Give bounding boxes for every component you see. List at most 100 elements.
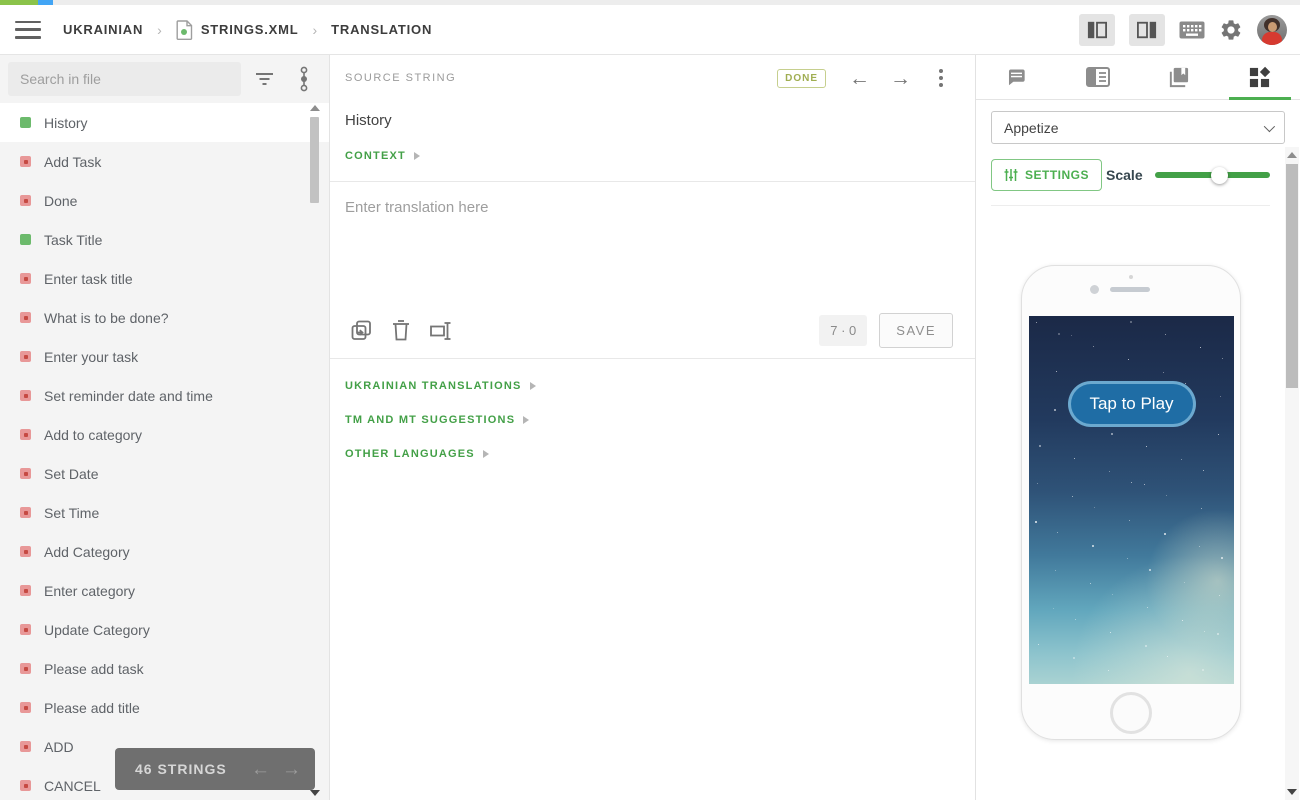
settings-button[interactable]: SETTINGS <box>991 159 1102 191</box>
breadcrumb-language[interactable]: UKRAINIAN <box>63 22 143 37</box>
string-status-icon <box>20 741 31 752</box>
device-preview-phone: Tap to Play <box>1021 265 1241 740</box>
tap-to-play-button[interactable]: Tap to Play <box>1068 381 1196 427</box>
string-list-item[interactable]: Set reminder date and time <box>0 376 329 415</box>
breadcrumb-mode[interactable]: TRANSLATION <box>331 22 432 37</box>
search-input[interactable] <box>8 62 241 96</box>
string-label: Update Category <box>44 622 150 638</box>
settings-gear-button[interactable] <box>1219 18 1243 42</box>
delete-translation-button[interactable] <box>391 319 411 342</box>
menu-icon[interactable] <box>15 20 41 40</box>
collapsible-section[interactable]: UKRAINIAN TRANSLATIONS <box>330 369 975 403</box>
gear-icon <box>1219 18 1243 42</box>
string-list-item[interactable]: Task Title <box>0 220 329 259</box>
scrollbar-thumb[interactable] <box>1286 164 1298 388</box>
star <box>1054 409 1056 411</box>
collapsible-section[interactable]: TM AND MT SUGGESTIONS <box>330 403 975 437</box>
pager-next-button[interactable]: → <box>282 760 301 779</box>
star <box>1131 482 1132 483</box>
star <box>1145 645 1147 647</box>
string-list-item[interactable]: Update Category <box>0 610 329 649</box>
collapsible-section[interactable]: OTHER LANGUAGES <box>330 437 975 471</box>
star <box>1057 532 1058 533</box>
strings-count: 46 STRINGS <box>135 761 227 777</box>
string-list-item[interactable]: Add Category <box>0 532 329 571</box>
device-select[interactable]: Appetize <box>991 111 1285 144</box>
star <box>1055 570 1056 571</box>
star <box>1181 459 1182 460</box>
star <box>1218 434 1219 435</box>
string-list-item[interactable]: Enter task title <box>0 259 329 298</box>
string-list-item[interactable]: Done <box>0 181 329 220</box>
sidebar-scrollbar[interactable] <box>309 105 320 796</box>
string-list-item[interactable]: Please add title <box>0 688 329 727</box>
terms-icon <box>1086 67 1110 87</box>
tab-comments[interactable] <box>976 55 1057 99</box>
scale-slider[interactable] <box>1155 167 1270 183</box>
header: UKRAINIAN › STRINGS.XML › TRANSLATION <box>0 5 1300 55</box>
string-list-item[interactable]: History <box>0 103 329 142</box>
star <box>1090 583 1091 584</box>
star <box>1038 644 1039 645</box>
scroll-up-icon[interactable] <box>310 105 320 111</box>
previous-string-button[interactable]: ← <box>849 68 870 89</box>
strings-sidebar: History Add Task Done Task Title Enter t… <box>0 55 330 800</box>
star <box>1036 322 1037 323</box>
star <box>1203 470 1204 471</box>
star <box>1075 619 1076 620</box>
phone-home-button[interactable] <box>1110 692 1152 734</box>
more-options-icon[interactable] <box>937 67 945 89</box>
panel-scrollbar[interactable] <box>1285 147 1299 800</box>
string-list: History Add Task Done Task Title Enter t… <box>0 103 329 800</box>
tab-apps[interactable] <box>1219 55 1300 99</box>
copy-source-button[interactable] <box>350 319 373 342</box>
context-toggle[interactable]: CONTEXT <box>330 129 975 162</box>
string-list-item[interactable]: Enter category <box>0 571 329 610</box>
star <box>1071 335 1072 336</box>
toggle-right-panel-button[interactable] <box>1129 14 1165 46</box>
pager-prev-button[interactable]: ← <box>251 760 270 779</box>
scrollbar-thumb[interactable] <box>310 117 319 203</box>
chevron-down-icon <box>1264 120 1275 131</box>
string-label: ADD <box>44 739 74 755</box>
expand-triangle-icon <box>483 450 489 458</box>
star <box>1144 484 1145 485</box>
tab-terms[interactable] <box>1057 55 1138 99</box>
tab-glossary[interactable] <box>1138 55 1219 99</box>
layout-left-icon <box>1085 20 1109 40</box>
string-status-icon <box>20 195 31 206</box>
breadcrumb-file[interactable]: STRINGS.XML <box>176 20 299 40</box>
string-status-icon <box>20 546 31 557</box>
tap-to-play-label: Tap to Play <box>1089 394 1173 414</box>
scale-slider-thumb[interactable] <box>1211 167 1228 184</box>
scroll-down-icon[interactable] <box>1287 789 1297 795</box>
translation-input[interactable]: Enter translation here <box>330 182 975 302</box>
string-list-item[interactable]: Add Task <box>0 142 329 181</box>
string-list-item[interactable]: Enter your task <box>0 337 329 376</box>
select-text-button[interactable] <box>429 319 453 342</box>
star <box>1092 545 1094 547</box>
next-string-button[interactable]: → <box>890 68 911 89</box>
workflow-steps-button[interactable] <box>287 62 321 96</box>
scroll-up-icon[interactable] <box>1287 152 1297 158</box>
string-label: Task Title <box>44 232 102 248</box>
string-list-item[interactable]: Set Time <box>0 493 329 532</box>
star <box>1094 507 1095 508</box>
source-string-label: SOURCE STRING <box>345 72 456 84</box>
string-label: History <box>44 115 88 131</box>
star <box>1147 607 1148 608</box>
keyboard-shortcuts-button[interactable] <box>1179 21 1205 39</box>
save-button[interactable]: SAVE <box>879 313 953 348</box>
string-list-item[interactable]: Add to category <box>0 415 329 454</box>
keyboard-icon <box>1179 21 1205 39</box>
star <box>1074 458 1075 459</box>
string-list-item[interactable]: Set Date <box>0 454 329 493</box>
filter-button[interactable] <box>247 62 281 96</box>
scroll-down-icon[interactable] <box>310 790 320 796</box>
user-avatar[interactable] <box>1257 15 1287 45</box>
string-list-item[interactable]: What is to be done? <box>0 298 329 337</box>
string-list-item[interactable]: Please add task <box>0 649 329 688</box>
toggle-left-panel-button[interactable] <box>1079 14 1115 46</box>
char-counter: 7 · 0 <box>819 315 867 346</box>
string-status-icon <box>20 468 31 479</box>
